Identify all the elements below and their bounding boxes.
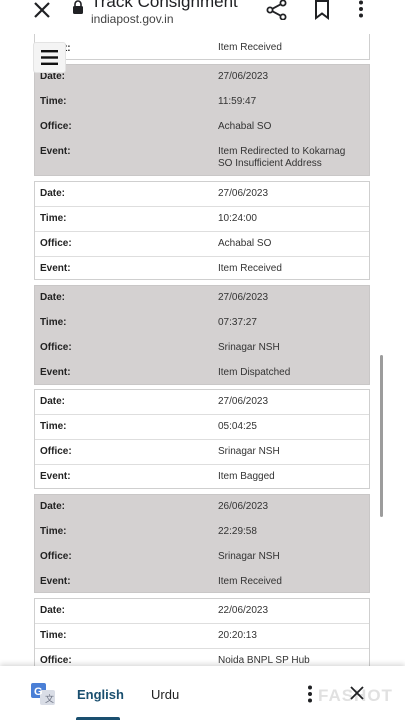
- tracking-record-partial: Event: Item Received: [34, 34, 370, 60]
- event-label: Event:: [40, 367, 71, 378]
- date-label: Date:: [40, 292, 66, 303]
- event-label: Event:: [40, 576, 71, 587]
- svg-text:文: 文: [45, 693, 54, 704]
- tracking-record: Date: 27/06/2023 Time: 05:04:25 Office: Sri…: [34, 389, 370, 489]
- date-label: Date:: [40, 188, 66, 199]
- date-value: 22/06/2023: [218, 605, 269, 616]
- time-value: 22:29:58: [218, 526, 257, 537]
- office-label: Office:: [40, 238, 72, 249]
- event-value: Item Received: [218, 576, 282, 587]
- close-icon[interactable]: [350, 686, 364, 700]
- more-options-icon[interactable]: [307, 685, 313, 703]
- date-label: Date:: [40, 605, 66, 616]
- office-label: Office:: [40, 121, 72, 132]
- time-value: 20:20:13: [218, 630, 257, 641]
- event-label: Event:: [40, 471, 71, 482]
- tracking-record: Date: 27/06/2023 Time: 07:37:27 Office: Sri…: [34, 285, 370, 385]
- google-translate-icon[interactable]: G 文: [31, 683, 55, 705]
- translate-bar: G 文 English Urdu FASHOT: [0, 666, 405, 720]
- event-value-line: SO Insufficient Address: [218, 158, 322, 169]
- office-value: Srinagar NSH: [218, 446, 280, 457]
- hamburger-menu-button[interactable]: [33, 42, 66, 73]
- time-label: Time:: [40, 421, 67, 432]
- time-label: Time:: [40, 317, 67, 328]
- time-value: 11:59:47: [218, 96, 257, 107]
- office-label: Office:: [40, 446, 72, 457]
- office-value: Noida BNPL SP Hub: [218, 655, 310, 666]
- tracking-record: Date: 27/06/2023 Time: 10:24:00 Office: Ach…: [34, 181, 370, 280]
- time-label: Time:: [40, 526, 67, 537]
- time-label: Time:: [40, 213, 67, 224]
- time-label: Time:: [40, 630, 67, 641]
- scrollbar-thumb[interactable]: [380, 355, 383, 517]
- tracking-record: Date: 26/06/2023 Time: 22:29:58 Office: Sri…: [34, 494, 370, 593]
- browser-toolbar: Track Consignment indiapost.gov.in: [0, 0, 405, 34]
- office-value: Srinagar NSH: [218, 342, 280, 353]
- time-label: Time:: [40, 96, 67, 107]
- event-value: Item Dispatched: [218, 367, 291, 378]
- event-label: Event:: [40, 263, 71, 274]
- time-value: 07:37:27: [218, 317, 257, 328]
- bookmark-icon[interactable]: [314, 0, 330, 20]
- hamburger-icon: [41, 50, 58, 65]
- office-value: Achabal SO: [218, 238, 272, 249]
- office-value: Srinagar NSH: [218, 551, 280, 562]
- svg-text:G: G: [34, 686, 43, 698]
- date-label: Date:: [40, 501, 66, 512]
- date-value: 26/06/2023: [218, 501, 269, 512]
- date-value: 27/06/2023: [218, 396, 269, 407]
- tracking-events-list[interactable]: Event: Item Received Date: 27/06/2023 Tim…: [0, 34, 405, 666]
- time-value: 05:04:25: [218, 421, 257, 432]
- office-label: Office:: [40, 551, 72, 562]
- office-value: Achabal SO: [218, 121, 272, 132]
- event-value: Item Received: [218, 42, 282, 53]
- date-label: Date:: [40, 396, 66, 407]
- time-value: 10:24:00: [218, 213, 257, 224]
- office-label: Office:: [40, 655, 72, 666]
- share-icon[interactable]: [266, 0, 288, 20]
- date-value: 27/06/2023: [218, 188, 269, 199]
- page-title: Track Consignment: [91, 0, 238, 11]
- event-label: Event:: [40, 146, 71, 157]
- page-url[interactable]: indiapost.gov.in: [91, 12, 174, 26]
- tracking-record: Date: 22/06/2023 Time: 20:20:13 Office: Noi…: [34, 598, 370, 666]
- event-value: Item Redirected to Kokarnag SO Insufficie…: [218, 146, 369, 170]
- event-value-line: Item Redirected to Kokarnag: [218, 146, 346, 157]
- language-tab-urdu[interactable]: Urdu: [151, 687, 179, 702]
- event-value: Item Received: [218, 263, 282, 274]
- office-label: Office:: [40, 342, 72, 353]
- date-value: 27/06/2023: [218, 292, 269, 303]
- event-value: Item Bagged: [218, 471, 275, 482]
- tracking-record: Date: 27/06/2023 Time: 11:59:47 Office: Ach…: [34, 64, 370, 176]
- date-value: 27/06/2023: [218, 71, 269, 82]
- lock-icon: [73, 0, 83, 14]
- language-tab-english[interactable]: English: [77, 687, 124, 702]
- close-icon[interactable]: [30, 0, 54, 24]
- more-options-icon[interactable]: [358, 0, 364, 20]
